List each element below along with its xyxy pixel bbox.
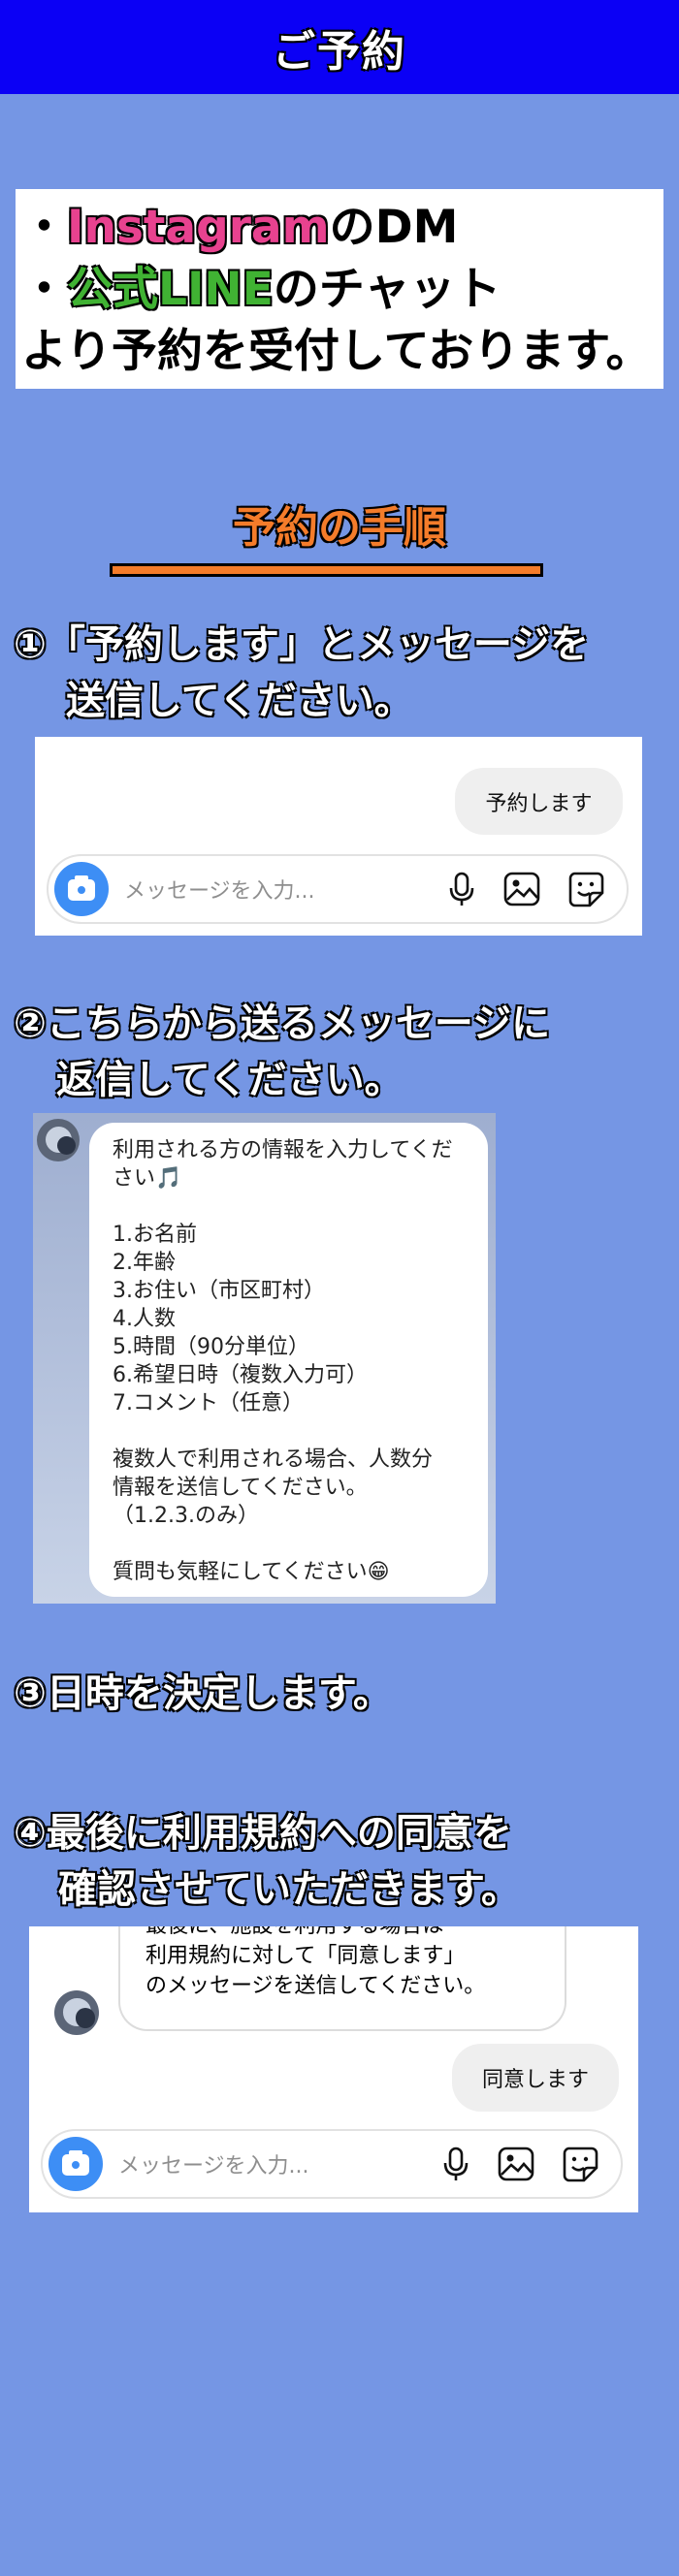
step-4-line-1: ④最後に利用規約への同意を [14,1811,512,1856]
header-bar: ご予約 [0,0,679,94]
step-1-text: ①「予約します」とメッセージを 送信してください。 [14,617,589,729]
chat-screenshot-2: 利用される方の情報を入力してくだ さい🎵 1.お名前 2.年齢 3.お住い（市区… [33,1113,496,1604]
step-4-text: ④最後に利用規約への同意を 確認させていただきます。 [14,1805,520,1918]
message-line: 6.希望日時（複数入力可） [113,1363,368,1387]
step-3-line-1: ③日時を決定します。 [14,1671,392,1716]
message-line: 最後に、施設を利用する場合は [146,1926,565,1941]
bullet: ・ [21,263,67,316]
microphone-icon[interactable] [442,870,481,908]
line-highlight: 公式LINE [67,263,274,316]
image-icon[interactable] [502,870,541,908]
message-line: 複数人で利用される場合、人数分 [113,1447,434,1472]
message-composer[interactable]: メッセージを入力... [47,854,629,924]
message-line: 5.時間（90分単位） [113,1335,309,1359]
channels-closing: より予約を受付しております。 [21,325,652,378]
camera-icon[interactable] [54,862,109,916]
microphone-icon[interactable] [436,2145,475,2183]
sticker-icon[interactable] [566,870,605,908]
received-message-bubble: 利用される方の情報を入力してくだ さい🎵 1.お名前 2.年齢 3.お住い（市区… [89,1123,488,1597]
message-line: 1.お名前 [113,1223,197,1247]
sent-bubble: 予約します [455,768,623,835]
bullet: ・ [21,201,67,254]
instagram-suffix: のDM [329,201,459,254]
message-line: のメッセージを送信してください。 [146,1974,486,1998]
chat-screenshot-1: 予約します メッセージを入力... [35,737,642,936]
step-2-text: ②こちらから送るメッセージに 返信してください。 [14,996,550,1108]
procedure-title: 予約の手順 [233,503,446,553]
channel-line: ・公式LINEのチャット [21,259,660,321]
avatar [54,1990,99,2035]
step-1-line-1: ①「予約します」とメッセージを [14,622,590,667]
chat-screenshot-4: 最後に、施設を利用する場合は 利用規約に対して「同意します」 のメッセージを送信… [29,1926,638,2212]
message-line: 7.コメント（任意） [113,1391,304,1415]
message-line: 利用される方の情報を入力してくだ [113,1138,453,1162]
instagram-highlight: Instagram [67,201,330,254]
step-4-line-2: 確認させていただきます。 [58,1867,520,1912]
received-message-bubble: 最後に、施設を利用する場合は 利用規約に対して「同意します」 のメッセージを送信… [118,1926,566,2031]
message-line: さい🎵 [113,1166,182,1191]
step-2-line-2: 返信してください。 [56,1058,404,1102]
message-line: （1.2.3.のみ） [113,1504,259,1528]
message-line: 4.人数 [113,1307,176,1331]
message-line: 質問も気軽にしてください😁 [113,1560,390,1584]
sticker-icon[interactable] [561,2145,599,2183]
image-icon[interactable] [497,2145,535,2183]
message-line: 3.お住い（市区町村） [113,1279,325,1303]
step-3-text: ③日時を決定します。 [14,1666,392,1722]
message-composer[interactable]: メッセージを入力... [41,2129,623,2199]
message-input-placeholder[interactable]: メッセージを入力... [124,856,315,922]
message-line: 情報を送信してください。 [113,1476,368,1500]
line-suffix: のチャット [273,263,501,316]
avatar [37,1119,80,1161]
message-line: 利用規約に対して「同意します」 [146,1944,466,1968]
page-title: ご予約 [273,26,406,77]
step-2-line-1: ②こちらから送るメッセージに [14,1002,551,1046]
step-1-line-2: 送信してください。 [66,679,413,723]
message-line: 2.年齢 [113,1251,176,1275]
procedure-underline [110,563,543,577]
sent-bubble: 同意します [452,2044,619,2112]
message-input-placeholder[interactable]: メッセージを入力... [118,2131,309,2197]
booking-channels-box: ・InstagramのDM ・公式LINEのチャット より予約を受付しております… [16,189,663,389]
channel-instagram: ・InstagramのDM [21,197,660,259]
camera-icon[interactable] [48,2137,103,2191]
